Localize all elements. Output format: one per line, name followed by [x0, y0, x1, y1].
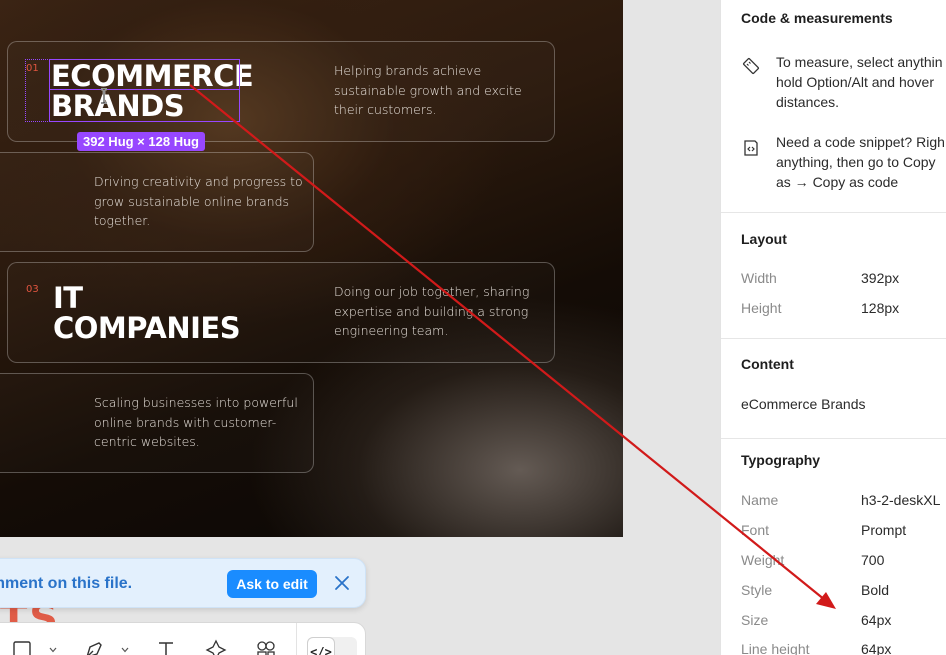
- section-heading: Layout: [741, 231, 787, 247]
- card-description-line: grow sustainable online brands: [94, 193, 290, 209]
- font-family-label: Font: [741, 522, 770, 538]
- pen-icon[interactable]: [83, 639, 105, 655]
- text-cursor-icon: [101, 88, 107, 104]
- section-heading: Content: [741, 356, 794, 372]
- ask-to-edit-button[interactable]: Ask to edit: [227, 570, 317, 598]
- card-description-line: sustainable growth and excite: [334, 82, 522, 98]
- card-description: Doing our job together, sharing expertis…: [334, 282, 529, 341]
- card-description-line: expertise and building a strong: [334, 303, 529, 319]
- width-label: Width: [741, 270, 777, 286]
- card-description-line: engineering team.: [334, 323, 449, 338]
- card-description-line: Driving creativity and progress to: [94, 174, 303, 189]
- font-style-value[interactable]: Bold: [861, 582, 889, 598]
- text-icon[interactable]: [155, 639, 177, 655]
- card-description: Helping brands achieve sustainable growt…: [334, 61, 522, 120]
- card-customer-centric[interactable]: Scaling businesses into powerful online …: [0, 373, 314, 473]
- line-height-value[interactable]: 64px: [861, 641, 891, 655]
- card-description: Driving creativity and progress to grow …: [94, 172, 303, 231]
- card-online-brands[interactable]: Driving creativity and progress to grow …: [0, 152, 314, 252]
- hint-line: hold Option/Alt and hover: [776, 74, 934, 90]
- bottom-toolbar: </>: [0, 622, 366, 655]
- hint-line: To measure, select anythin: [776, 54, 943, 70]
- card-description-line: centric websites.: [94, 434, 200, 449]
- frame-icon[interactable]: [11, 639, 33, 655]
- dev-mode-toggle[interactable]: </>: [307, 637, 357, 655]
- code-measurements-section: Code & measurements To measure, select a…: [721, 0, 946, 213]
- chevron-down-icon[interactable]: [121, 647, 129, 653]
- content-value[interactable]: eCommerce Brands: [741, 396, 866, 412]
- hint-line: anything, then go to Copy: [776, 154, 936, 170]
- font-weight-value[interactable]: 700: [861, 552, 884, 568]
- font-size-label: Size: [741, 612, 769, 628]
- shapes-icon[interactable]: [255, 639, 277, 655]
- layout-section: Layout Width 392px Height 128px: [721, 213, 946, 339]
- content-section: Content eCommerce Brands: [721, 339, 946, 439]
- card-description-line: Scaling businesses into powerful: [94, 395, 298, 410]
- code-snippet-icon: [744, 140, 758, 156]
- font-style-label: Style: [741, 582, 773, 598]
- design-frame[interactable]: 01 ECOMMERCE BRANDS Helping brands achie…: [0, 0, 623, 537]
- font-family-value[interactable]: Prompt: [861, 522, 906, 538]
- selection-outline[interactable]: [49, 59, 240, 122]
- view-only-banner: omment on this file. Ask to edit: [0, 558, 366, 608]
- hint-line: as → Copy as code: [776, 174, 899, 190]
- hint-line: distances.: [776, 94, 840, 110]
- close-icon[interactable]: [333, 574, 351, 592]
- section-heading: Code & measurements: [741, 10, 893, 26]
- snippet-hint: Need a code snippet? Righ anything, then…: [776, 132, 945, 192]
- measure-hint: To measure, select anythin hold Option/A…: [776, 52, 943, 112]
- section-heading: Typography: [741, 452, 821, 468]
- banner-message: omment on this file.: [0, 575, 133, 592]
- font-name-value[interactable]: h3-2-deskXL: [861, 492, 940, 508]
- inspect-panel: Code & measurements To measure, select a…: [720, 0, 946, 655]
- font-weight-label: Weight: [741, 552, 785, 568]
- card-number: 03: [26, 284, 39, 295]
- card-description-line: Helping brands achieve: [334, 63, 482, 78]
- component-icon[interactable]: [205, 639, 227, 655]
- dev-mode-icon: </>: [307, 637, 335, 655]
- card-it-companies[interactable]: 03 IT COMPANIES Doing our job together, …: [7, 262, 555, 363]
- card-description-line: online brands with customer-: [94, 414, 277, 430]
- card-title-line: IT: [53, 281, 83, 315]
- height-value[interactable]: 128px: [861, 300, 899, 316]
- selection-baseline: [49, 89, 240, 90]
- card-title-line: COMPANIES: [53, 311, 241, 345]
- ruler-icon: [742, 57, 760, 75]
- card-description-line: their customers.: [334, 102, 437, 117]
- font-name-label: Name: [741, 492, 779, 508]
- height-label: Height: [741, 300, 782, 316]
- chevron-down-icon[interactable]: [49, 647, 57, 653]
- size-badge: 392 Hug × 128 Hug: [77, 132, 205, 151]
- hint-line: Need a code snippet? Righ: [776, 134, 945, 150]
- card-description-line: Doing our job together, sharing: [334, 284, 530, 299]
- card-description-line: together.: [94, 213, 151, 228]
- width-value[interactable]: 392px: [861, 270, 899, 286]
- line-height-label: Line height: [741, 641, 810, 655]
- card-title[interactable]: IT COMPANIES: [53, 281, 241, 345]
- font-size-value[interactable]: 64px: [861, 612, 891, 628]
- card-description: Scaling businesses into powerful online …: [94, 393, 298, 452]
- figma-workspace: 01 ECOMMERCE BRANDS Helping brands achie…: [0, 0, 946, 655]
- typography-section: Typography Name h3-2-deskXL Font Prompt …: [721, 439, 946, 655]
- toolbar-divider: [296, 623, 297, 655]
